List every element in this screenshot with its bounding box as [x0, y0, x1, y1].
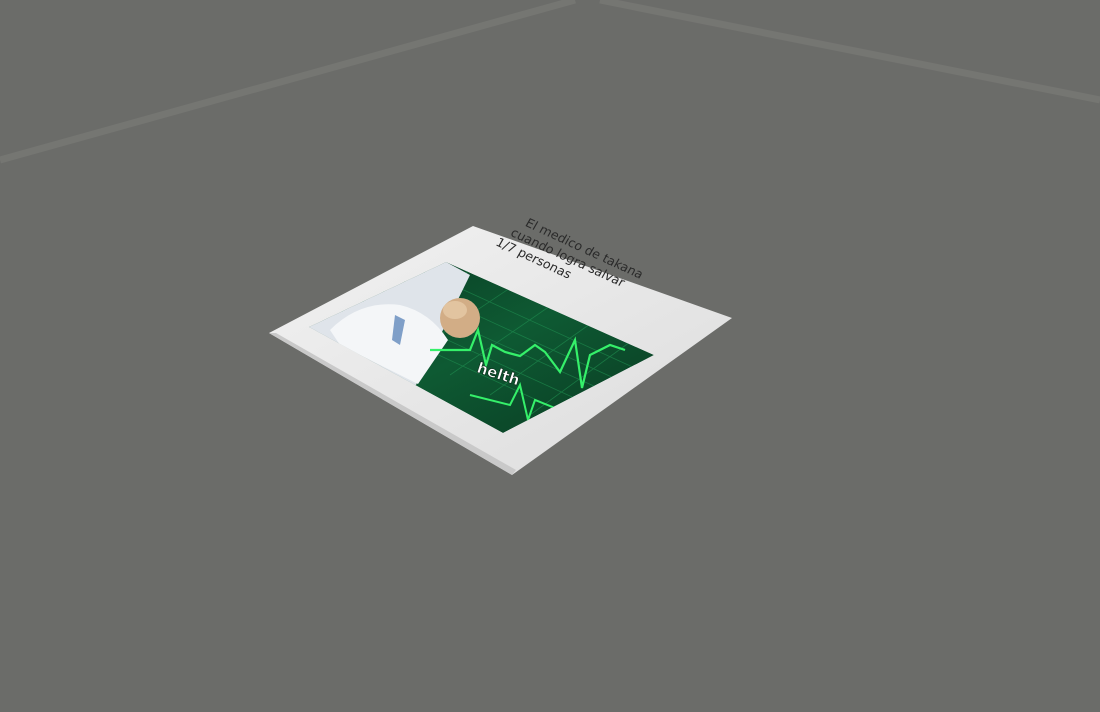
meme-card[interactable]: El medico de takana cuando logra salvar …	[0, 0, 1100, 712]
game-viewport[interactable]: El medico de takana cuando logra salvar …	[0, 0, 1100, 712]
